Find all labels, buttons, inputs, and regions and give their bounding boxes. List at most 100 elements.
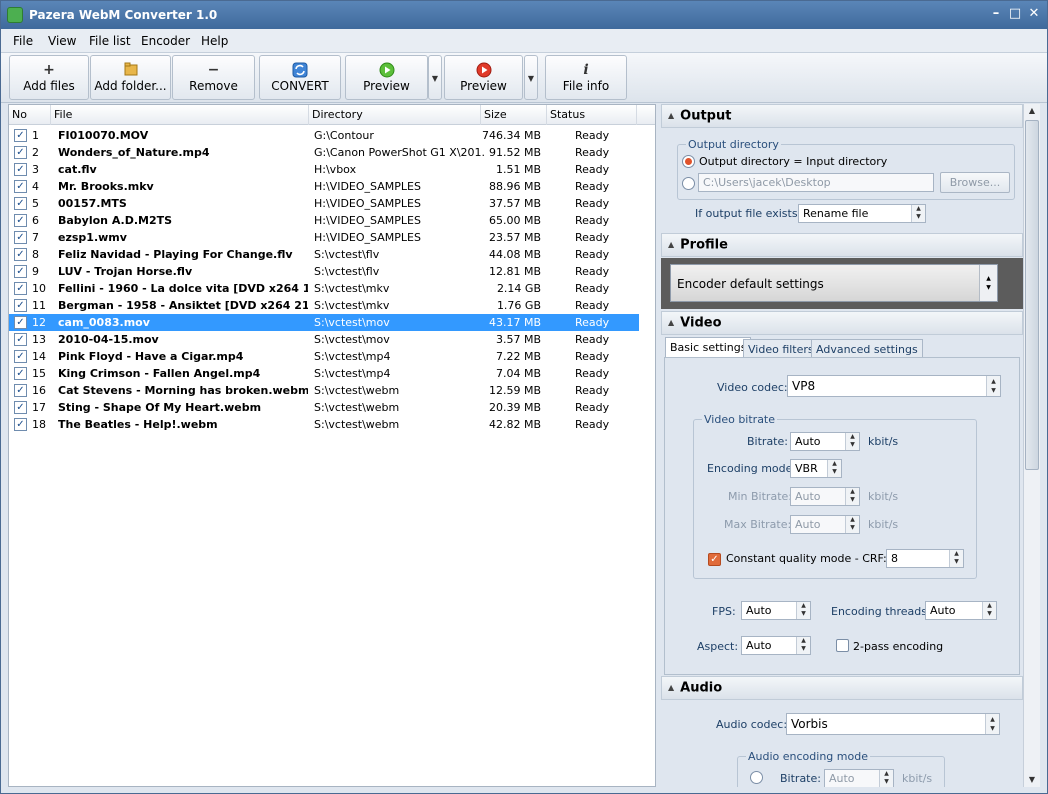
table-row[interactable]: ✓ 7 ezsp1.wmv H:\VIDEO_SAMPLES 23.57 MB Ready (9, 229, 639, 246)
row-checkbox[interactable]: ✓ (14, 180, 27, 193)
table-row[interactable]: ✓ 13 2010-04-15.mov S:\vctest\mov 3.57 MB Rea… (9, 331, 639, 348)
radio-custom-dir[interactable] (682, 177, 695, 190)
tab-basic-settings[interactable]: Basic settings (665, 337, 752, 359)
minimize-icon[interactable]: – (987, 6, 1005, 22)
row-checkbox[interactable]: ✓ (14, 367, 27, 380)
spin-icon[interactable]: ▲ ▼ (979, 265, 997, 301)
table-row[interactable]: ✓ 9 LUV - Trojan Horse.flv S:\vctest\flv 12.… (9, 263, 639, 280)
maximize-icon[interactable]: □ (1006, 6, 1024, 22)
menu-help[interactable]: Help (201, 34, 228, 48)
crf-checkbox[interactable]: ✓ (708, 553, 721, 566)
collapse-icon[interactable]: ▲ (668, 312, 674, 334)
spin-icon[interactable]: ▲ ▼ (796, 637, 810, 654)
spin-icon[interactable]: ▲ ▼ (911, 205, 925, 222)
spin-icon[interactable]: ▲ ▼ (796, 602, 810, 619)
tab-video-filters[interactable]: Video filters (743, 339, 819, 359)
spin-icon[interactable]: ▲ ▼ (827, 460, 841, 477)
table-row[interactable]: ✓ 14 Pink Floyd - Have a Cigar.mp4 S:\vctes… (9, 348, 639, 365)
table-row[interactable]: ✓ 2 Wonders_of_Nature.mp4 G:\Canon PowerSho… (9, 144, 639, 161)
convert-button[interactable]: CONVERT (259, 55, 341, 100)
collapse-icon[interactable]: ▲ (668, 105, 674, 127)
row-checkbox[interactable]: ✓ (14, 282, 27, 295)
row-checkbox[interactable]: ✓ (14, 350, 27, 363)
audio-bitrate-input[interactable]: Auto ▲ ▼ (824, 769, 894, 787)
spin-icon[interactable]: ▲ ▼ (985, 714, 999, 734)
spin-icon[interactable]: ▲ ▼ (982, 602, 996, 619)
title-bar[interactable]: Pazera WebM Converter 1.0 – □ ✕ (1, 1, 1047, 29)
table-row[interactable]: ✓ 17 Sting - Shape Of My Heart.webm S:\vcte… (9, 399, 639, 416)
radio-audio-bitrate[interactable] (750, 771, 763, 784)
file-list[interactable]: No File Directory Size Status ✓ 1 FI010070… (8, 104, 656, 787)
remove-button[interactable]: − Remove (172, 55, 255, 100)
output-section-header[interactable]: ▲ Output (661, 104, 1023, 128)
preview-ffplay-dropdown-icon[interactable]: ▼ (524, 55, 538, 100)
radio-input-dir[interactable] (682, 155, 695, 168)
spin-icon[interactable]: ▲ ▼ (845, 433, 859, 450)
row-checkbox[interactable]: ✓ (14, 299, 27, 312)
table-row[interactable]: ✓ 16 Cat Stevens - Morning has broken.webm… (9, 382, 639, 399)
table-row[interactable]: ✓ 11 Bergman - 1958 - Ansiktet [DVD x264 2… (9, 297, 639, 314)
browse-button[interactable]: Browse... (940, 172, 1010, 193)
scrollbar-thumb[interactable] (1025, 120, 1039, 470)
audio-section-header[interactable]: ▲ Audio (661, 676, 1023, 700)
table-row[interactable]: ✓ 18 The Beatles - Help!.webm S:\vctest\web… (9, 416, 639, 433)
encoding-mode-select[interactable]: VBR ▲ ▼ (790, 459, 842, 478)
table-row[interactable]: ✓ 5 00157.MTS H:\VIDEO_SAMPLES 37.57 MB Ready (9, 195, 639, 212)
table-row[interactable]: ✓ 15 King Crimson - Fallen Angel.mp4 S:\vct… (9, 365, 639, 382)
row-checkbox[interactable]: ✓ (14, 333, 27, 346)
settings-scrollbar[interactable]: ▲ ▼ (1023, 104, 1040, 787)
col-size[interactable]: Size (481, 105, 547, 125)
row-checkbox[interactable]: ✓ (14, 231, 27, 244)
row-checkbox[interactable]: ✓ (14, 418, 27, 431)
threads-input[interactable]: Auto ▲ ▼ (925, 601, 997, 620)
collapse-icon[interactable]: ▲ (668, 677, 674, 699)
menu-file-list[interactable]: File list (89, 34, 131, 48)
profile-section-header[interactable]: ▲ Profile (661, 233, 1023, 257)
video-codec-select[interactable]: VP8 ▲ ▼ (787, 375, 1001, 397)
max-bitrate-input[interactable]: Auto ▲ ▼ (790, 515, 860, 534)
row-checkbox[interactable]: ✓ (14, 316, 27, 329)
row-checkbox[interactable]: ✓ (14, 265, 27, 278)
row-checkbox[interactable]: ✓ (14, 214, 27, 227)
table-row[interactable]: ✓ 12 cam_0083.mov S:\vctest\mov 43.17 MB Read… (9, 314, 639, 331)
col-status[interactable]: Status (547, 105, 637, 125)
row-checkbox[interactable]: ✓ (14, 401, 27, 414)
table-row[interactable]: ✓ 6 Babylon A.D.M2TS H:\VIDEO_SAMPLES 65.00 … (9, 212, 639, 229)
row-checkbox[interactable]: ✓ (14, 146, 27, 159)
row-checkbox[interactable]: ✓ (14, 248, 27, 261)
profile-select[interactable]: Encoder default settings ▲ ▼ (670, 264, 998, 302)
menu-file[interactable]: File (13, 34, 33, 48)
add-folder-button[interactable]: Add folder... (90, 55, 171, 100)
spin-icon[interactable]: ▲ ▼ (845, 516, 859, 533)
bitrate-input[interactable]: Auto ▲ ▼ (790, 432, 860, 451)
spin-icon[interactable]: ▲ ▼ (949, 550, 963, 567)
file-info-button[interactable]: i File info (545, 55, 627, 100)
collapse-icon[interactable]: ▲ (668, 234, 674, 256)
preview-dropdown-icon[interactable]: ▼ (428, 55, 442, 100)
tab-advanced-settings[interactable]: Advanced settings (811, 339, 923, 359)
row-checkbox[interactable]: ✓ (14, 163, 27, 176)
table-row[interactable]: ✓ 1 FI010070.MOV G:\Contour 746.34 MB Ready (9, 127, 639, 144)
aspect-input[interactable]: Auto ▲ ▼ (741, 636, 811, 655)
add-files-button[interactable]: + Add files (9, 55, 89, 100)
row-checkbox[interactable]: ✓ (14, 197, 27, 210)
close-icon[interactable]: ✕ (1025, 6, 1043, 22)
table-row[interactable]: ✓ 8 Feliz Navidad - Playing For Change.flv… (9, 246, 639, 263)
col-no[interactable]: No (9, 105, 51, 125)
table-row[interactable]: ✓ 4 Mr. Brooks.mkv H:\VIDEO_SAMPLES 88.96 MB… (9, 178, 639, 195)
output-path-input[interactable]: C:\Users\jacek\Desktop (698, 173, 934, 192)
min-bitrate-input[interactable]: Auto ▲ ▼ (790, 487, 860, 506)
preview-button[interactable]: Preview (345, 55, 428, 100)
two-pass-checkbox[interactable] (836, 639, 849, 652)
spin-icon[interactable]: ▲ ▼ (845, 488, 859, 505)
menu-view[interactable]: View (48, 34, 76, 48)
scroll-up-icon[interactable]: ▲ (1024, 104, 1040, 118)
scroll-down-icon[interactable]: ▼ (1024, 773, 1040, 787)
audio-codec-select[interactable]: Vorbis ▲ ▼ (786, 713, 1000, 735)
menu-encoder[interactable]: Encoder (141, 34, 190, 48)
col-directory[interactable]: Directory (309, 105, 481, 125)
col-file[interactable]: File (51, 105, 309, 125)
exists-select[interactable]: Rename file ▲ ▼ (798, 204, 926, 223)
row-checkbox[interactable]: ✓ (14, 129, 27, 142)
row-checkbox[interactable]: ✓ (14, 384, 27, 397)
